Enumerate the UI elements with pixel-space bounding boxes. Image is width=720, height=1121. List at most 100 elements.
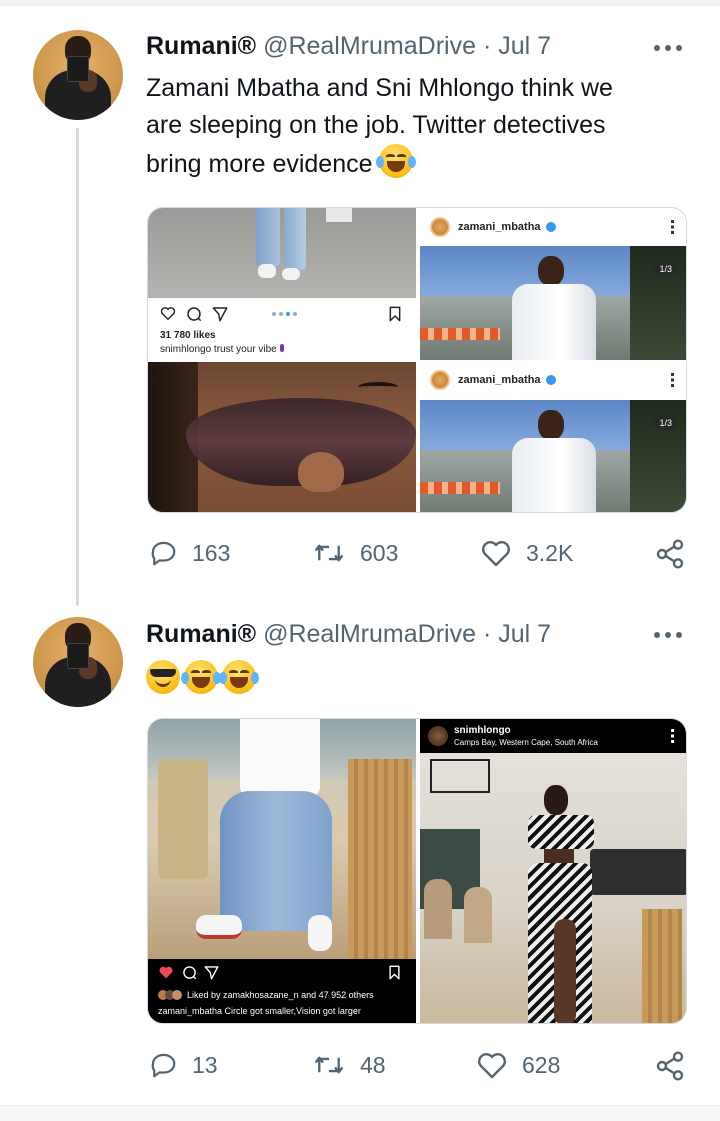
avatar[interactable] bbox=[33, 30, 123, 120]
reply-button[interactable]: 13 bbox=[148, 1050, 218, 1080]
tweet-date[interactable]: Jul 7 bbox=[498, 32, 551, 60]
heart-icon bbox=[478, 1053, 506, 1079]
pavement-photo bbox=[148, 208, 416, 298]
leg bbox=[554, 919, 576, 1023]
author-handle[interactable]: @RealMrumaDrive bbox=[263, 620, 476, 648]
reply-icon bbox=[151, 1053, 176, 1078]
separator-dot: · bbox=[482, 620, 492, 648]
separator-dot: · bbox=[482, 32, 492, 60]
carousel-counter: 1/3 bbox=[653, 416, 678, 430]
tweet-text: Zamani Mbatha and Sni Mhlongo think we a… bbox=[146, 70, 686, 183]
retweet-count: 48 bbox=[360, 1051, 386, 1078]
ig-caption: snimhlongo trust your vibe bbox=[160, 344, 284, 355]
bag bbox=[326, 208, 352, 222]
tweet-date[interactable]: Jul 7 bbox=[498, 620, 551, 648]
more-options-icon[interactable] bbox=[654, 632, 682, 638]
retweet-button[interactable]: 603 bbox=[312, 538, 398, 568]
sneaker bbox=[282, 268, 300, 280]
heart-filled-icon[interactable] bbox=[158, 965, 174, 979]
carousel-dots bbox=[272, 312, 297, 316]
comment-icon[interactable] bbox=[186, 306, 202, 322]
ig-location: Camps Bay, Western Cape, South Africa bbox=[454, 738, 598, 747]
heart-outline-icon[interactable] bbox=[160, 306, 176, 320]
chair bbox=[158, 759, 208, 879]
sunglasses-emoji bbox=[146, 660, 180, 694]
author-name[interactable]: Rumani® bbox=[146, 620, 256, 648]
ig-username: zamani_mbatha bbox=[458, 374, 541, 386]
reply-button[interactable]: 163 bbox=[148, 538, 230, 568]
bar-counter bbox=[590, 849, 686, 895]
jeans-leg bbox=[284, 208, 306, 270]
reply-icon bbox=[151, 541, 176, 566]
tweet-text-line: bring more evidence bbox=[146, 144, 686, 183]
nose bbox=[298, 452, 344, 492]
bookmark-icon[interactable] bbox=[388, 306, 402, 322]
retweet-button[interactable]: 48 bbox=[312, 1050, 386, 1080]
top-divider bbox=[0, 0, 720, 6]
share-button[interactable] bbox=[654, 1050, 686, 1082]
person-head bbox=[538, 256, 564, 286]
retweet-icon bbox=[314, 1056, 344, 1074]
ig-caption: zamani_mbatha Circle got smaller,Vision … bbox=[158, 1006, 361, 1016]
tweet-text-line: Zamani Mbatha and Sni Mhlongo think we bbox=[146, 74, 613, 102]
retweet-count: 603 bbox=[360, 539, 399, 566]
tears-of-joy-emoji bbox=[376, 144, 417, 178]
share-icon bbox=[656, 1051, 684, 1081]
retweet-icon bbox=[314, 544, 344, 562]
author-name[interactable]: Rumani® bbox=[146, 32, 256, 60]
verified-badge-icon bbox=[545, 375, 556, 385]
ig-username: snimhlongo bbox=[454, 725, 511, 736]
tweet-header: Rumani® @RealMrumaDrive · Jul 7 bbox=[146, 619, 551, 649]
share-icon[interactable] bbox=[212, 306, 228, 322]
ig-kebab-icon[interactable] bbox=[671, 220, 674, 234]
tweet-header: Rumani® @RealMrumaDrive · Jul 7 bbox=[146, 31, 551, 61]
media-grid[interactable]: 31 780 likes snimhlongo trust your vibe … bbox=[147, 207, 687, 513]
zebra-top bbox=[528, 815, 594, 849]
like-button[interactable]: 628 bbox=[476, 1050, 560, 1080]
wicker-chair bbox=[642, 909, 682, 1023]
media-image-sni-restaurant[interactable]: snimhlongo Camps Bay, Western Cape, Sout… bbox=[420, 719, 686, 1023]
thread-connector-line bbox=[76, 128, 79, 606]
media-image-zamani-post-2[interactable]: zamani_mbatha 1/3 bbox=[420, 362, 686, 512]
bookmark-icon[interactable] bbox=[388, 965, 401, 980]
author-handle[interactable]: @RealMrumaDrive bbox=[263, 32, 476, 60]
share-icon[interactable] bbox=[204, 965, 219, 980]
person-head bbox=[538, 410, 564, 440]
media-image-zamani-post-1[interactable]: zamani_mbatha 1/3 bbox=[420, 208, 686, 360]
like-count: 628 bbox=[522, 1051, 561, 1078]
ig-liked-by: Liked by zamakhosazane_n and 47 952 othe… bbox=[158, 990, 374, 1000]
eyebrow bbox=[358, 382, 398, 392]
barrier bbox=[420, 482, 500, 494]
ig-kebab-icon[interactable] bbox=[671, 373, 674, 387]
carousel-counter: 1/3 bbox=[653, 262, 678, 276]
avatar[interactable] bbox=[33, 617, 123, 707]
ig-username: zamani_mbatha bbox=[458, 221, 541, 233]
tears-of-joy-emoji bbox=[181, 660, 221, 694]
media-image-sni-instagram[interactable]: 31 780 likes snimhlongo trust your vibe bbox=[148, 208, 416, 360]
white-jacket bbox=[512, 284, 596, 360]
sneaker bbox=[258, 264, 276, 278]
share-button[interactable] bbox=[654, 538, 686, 570]
media-image-sunglasses-closeup[interactable] bbox=[148, 362, 416, 512]
tears-of-joy-emoji bbox=[219, 660, 259, 694]
barrier bbox=[420, 328, 500, 340]
white-jacket bbox=[512, 438, 596, 512]
jeans-leg bbox=[256, 208, 280, 266]
ripped-jeans bbox=[220, 791, 332, 931]
wall-frame bbox=[430, 759, 490, 793]
ig-kebab-icon[interactable] bbox=[671, 729, 674, 743]
reply-count: 13 bbox=[192, 1051, 218, 1078]
ig-header: snimhlongo Camps Bay, Western Cape, Sout… bbox=[420, 719, 686, 753]
more-options-icon[interactable] bbox=[654, 45, 682, 51]
like-button[interactable]: 3.2K bbox=[480, 538, 573, 568]
midriff bbox=[544, 849, 574, 863]
sneaker bbox=[196, 915, 242, 939]
comment-icon[interactable] bbox=[182, 965, 197, 980]
ig-avatar bbox=[430, 217, 450, 237]
chair bbox=[424, 879, 452, 939]
media-grid[interactable]: Liked by zamakhosazane_n and 47 952 othe… bbox=[147, 718, 687, 1024]
media-image-zamani-seated[interactable]: Liked by zamakhosazane_n and 47 952 othe… bbox=[148, 719, 416, 1023]
chair bbox=[464, 887, 492, 943]
white-tshirt bbox=[240, 719, 320, 797]
sneaker bbox=[308, 915, 332, 951]
